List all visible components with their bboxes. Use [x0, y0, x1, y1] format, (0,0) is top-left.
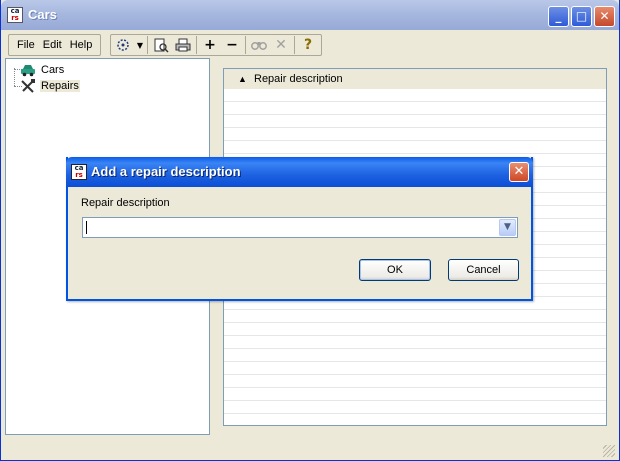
column-header-repair-description[interactable]: Repair description — [254, 73, 343, 85]
car-icon — [20, 63, 36, 77]
repair-description-label: Repair description — [81, 197, 170, 209]
tree-item-label: Cars — [41, 64, 65, 76]
print-preview-icon[interactable] — [150, 35, 172, 55]
tree-connector — [14, 68, 15, 86]
dropdown-arrow-icon[interactable]: ▼ — [135, 35, 145, 55]
add-repair-dialog: ca rs Add a repair description ✕ Repair … — [66, 157, 533, 301]
delete-icon[interactable]: ✕ — [270, 35, 292, 55]
tools-icon — [20, 79, 36, 93]
menu-toolbar-row: File Edit Help ▼ + − ✕ ? — [5, 32, 615, 58]
dialog-title: Add a repair description — [91, 164, 241, 179]
toolbar-separator — [245, 36, 246, 54]
find-icon[interactable] — [248, 35, 270, 55]
menu-edit[interactable]: Edit — [39, 35, 66, 55]
add-icon[interactable]: + — [199, 35, 221, 55]
toolbar-separator — [196, 36, 197, 54]
close-button[interactable]: ✕ — [594, 6, 615, 27]
repair-description-combobox[interactable]: ▼ — [82, 217, 518, 238]
sort-ascending-icon: ▲ — [238, 74, 247, 84]
menu-help[interactable]: Help — [66, 35, 97, 55]
maximize-button[interactable]: □ — [571, 6, 592, 27]
menu-file[interactable]: File — [13, 35, 39, 55]
print-icon[interactable] — [172, 35, 194, 55]
resize-grip[interactable] — [603, 445, 615, 457]
filter-icon[interactable] — [113, 35, 135, 55]
main-title-bar[interactable]: ca rs Cars _ □ ✕ — [1, 0, 619, 30]
cars-app-icon: ca rs — [7, 7, 23, 23]
text-cursor — [86, 221, 87, 234]
cars-app-icon: ca rs — [71, 164, 87, 180]
minimize-button[interactable]: _ — [548, 6, 569, 27]
menu-bar: File Edit Help — [8, 34, 102, 56]
dialog-title-bar[interactable]: ca rs Add a repair description ✕ — [66, 157, 533, 187]
toolbar: ▼ + − ✕ ? — [110, 34, 322, 56]
cancel-button[interactable]: Cancel — [448, 259, 519, 281]
tree-item-label: Repairs — [40, 80, 80, 92]
help-icon[interactable]: ? — [297, 35, 319, 55]
dialog-close-button[interactable]: ✕ — [509, 162, 529, 182]
ok-button[interactable]: OK — [359, 259, 431, 281]
toolbar-separator — [147, 36, 148, 54]
window-title: Cars — [28, 7, 57, 22]
tree-item-repairs[interactable]: Repairs — [20, 78, 80, 94]
toolbar-separator — [294, 36, 295, 54]
tree-item-cars[interactable]: Cars — [20, 62, 65, 78]
remove-icon[interactable]: − — [221, 35, 243, 55]
chevron-down-icon[interactable]: ▼ — [499, 219, 516, 236]
table-header: ▲ Repair description — [224, 69, 606, 90]
